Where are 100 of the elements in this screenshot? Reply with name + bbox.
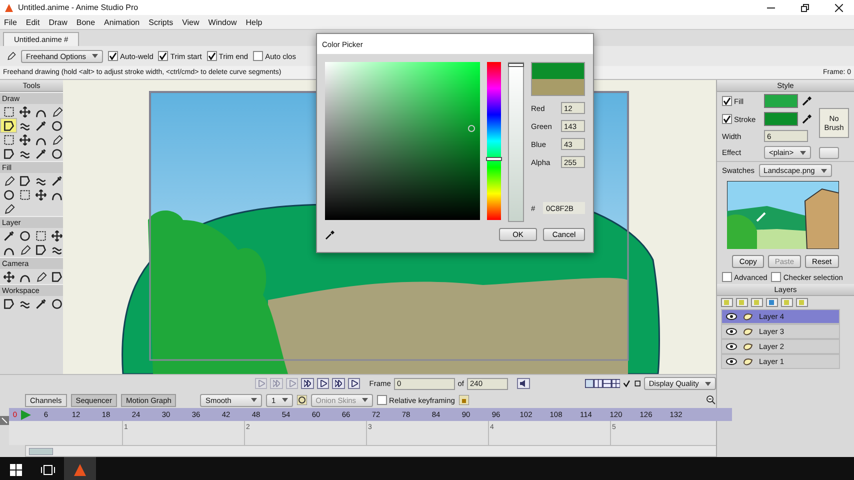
- tool-button[interactable]: [17, 174, 32, 187]
- move-icon: [50, 230, 62, 242]
- tool-button[interactable]: [33, 119, 48, 132]
- move-icon: [2, 270, 14, 282]
- tool-button[interactable]: [49, 119, 64, 132]
- caret-icon: [800, 150, 806, 154]
- tool-button[interactable]: [17, 105, 32, 118]
- alpha-slider[interactable]: [508, 62, 524, 222]
- layer-tool-icon[interactable]: [721, 298, 733, 307]
- caret-icon: [704, 382, 711, 386]
- eye-icon[interactable]: [726, 358, 737, 365]
- scroll-thumb-icon[interactable]: [29, 448, 53, 454]
- color-swatch[interactable]: [764, 112, 798, 126]
- checkbox[interactable]: [377, 395, 388, 405]
- task-view-icon[interactable]: [41, 464, 55, 474]
- eye-icon[interactable]: [726, 328, 737, 335]
- tool-button[interactable]: [33, 188, 48, 201]
- tool-button[interactable]: [49, 174, 64, 187]
- eyedropper-icon: [50, 174, 62, 186]
- tool-button[interactable]: [49, 229, 64, 242]
- tool-button[interactable]: [33, 297, 48, 310]
- eyedropper-icon: [34, 120, 46, 132]
- layer-tool-icon[interactable]: [751, 298, 763, 307]
- eye-icon[interactable]: [726, 343, 737, 350]
- slider-thumb[interactable]: [508, 63, 524, 67]
- eyedropper-icon[interactable]: [325, 230, 335, 240]
- tool-button[interactable]: [1, 270, 16, 283]
- layer-tool-icon[interactable]: [736, 298, 748, 307]
- eyedropper-icon: [34, 298, 46, 310]
- tool-button[interactable]: [49, 297, 64, 310]
- checkbox[interactable]: [771, 272, 782, 282]
- layer-tool-icon[interactable]: [781, 298, 793, 307]
- speaker-icon: [520, 380, 528, 387]
- tool-button[interactable]: [49, 270, 64, 283]
- menu-item[interactable]: Bone: [76, 18, 96, 26]
- tool-button[interactable]: [33, 243, 48, 256]
- slider-thumb[interactable]: [486, 157, 502, 162]
- eyedropper-icon[interactable]: [802, 96, 812, 106]
- playback-button[interactable]: [301, 378, 314, 389]
- app-logo-icon[interactable]: [73, 462, 87, 476]
- shape-icon: [2, 298, 14, 310]
- playback-button[interactable]: [332, 378, 345, 389]
- layer-tool-icon[interactable]: [766, 298, 778, 307]
- pencil-icon: [34, 270, 46, 282]
- app-logo-icon: [4, 2, 14, 12]
- checkbox[interactable]: [206, 51, 217, 61]
- eye-icon[interactable]: [726, 313, 737, 320]
- square-icon: [18, 188, 30, 200]
- shape-icon: [18, 174, 30, 186]
- color-swatch[interactable]: [764, 94, 798, 108]
- checkbox[interactable]: [722, 96, 732, 106]
- tool-button[interactable]: [1, 119, 16, 132]
- menu-item[interactable]: File: [4, 18, 17, 26]
- circle-icon: [50, 120, 62, 132]
- close-icon[interactable]: [835, 4, 843, 12]
- play-icon: [320, 380, 327, 387]
- tool-button[interactable]: [1, 188, 16, 201]
- pencil-icon: [50, 106, 62, 118]
- effect-settings-button[interactable]: [818, 146, 839, 158]
- play-icon: [258, 380, 265, 387]
- saturation-value-picker[interactable]: [325, 62, 480, 220]
- checkbox[interactable]: [722, 114, 732, 124]
- caret-icon: [820, 168, 827, 172]
- tool-button[interactable]: [49, 147, 64, 160]
- view-layout-icon[interactable]: [584, 378, 620, 389]
- checkbox[interactable]: [722, 272, 732, 282]
- windows-logo-icon[interactable]: [10, 464, 22, 476]
- frame-toggle-icon[interactable]: [634, 379, 641, 388]
- playback-button[interactable]: [316, 378, 330, 389]
- tool-button[interactable]: [1, 147, 16, 160]
- checkbox[interactable]: [158, 51, 168, 61]
- tool-button[interactable]: [33, 147, 48, 160]
- circle-icon: [50, 298, 62, 310]
- tool-button[interactable]: [17, 133, 32, 146]
- playback-button[interactable]: [348, 378, 360, 389]
- check-icon[interactable]: [623, 379, 631, 388]
- caret-icon: [282, 398, 288, 402]
- menu-item[interactable]: Animation: [104, 18, 140, 26]
- menu-item[interactable]: Draw: [48, 18, 68, 26]
- eyedropper-icon[interactable]: [802, 114, 812, 124]
- menu-item[interactable]: Edit: [26, 18, 40, 26]
- shape-icon: [34, 244, 46, 256]
- checkbox[interactable]: [108, 51, 118, 61]
- checkbox[interactable]: [253, 51, 264, 61]
- zoom-out-icon[interactable]: [706, 395, 716, 405]
- menu-item[interactable]: View: [182, 18, 200, 26]
- menu-item[interactable]: Scripts: [148, 18, 174, 26]
- layer-tool-icon[interactable]: [796, 298, 808, 307]
- tool-button[interactable]: [17, 229, 32, 242]
- caret-icon: [251, 398, 258, 402]
- restore-icon[interactable]: [801, 4, 809, 12]
- tool-button[interactable]: [1, 297, 16, 310]
- hue-slider[interactable]: [487, 62, 502, 220]
- menu-item[interactable]: Window: [208, 18, 237, 26]
- menu-item[interactable]: Help: [246, 18, 262, 26]
- expand-icon[interactable]: [0, 416, 9, 425]
- sound-button[interactable]: [517, 378, 530, 389]
- pencil-icon: [2, 202, 14, 214]
- tool-button[interactable]: [1, 229, 16, 242]
- play-icon: [335, 380, 342, 387]
